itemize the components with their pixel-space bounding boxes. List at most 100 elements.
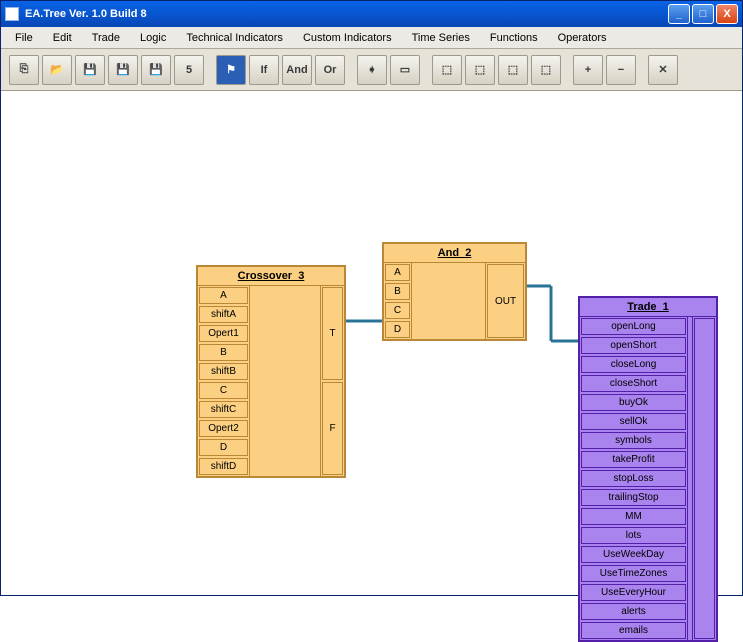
menu-logic[interactable]: Logic bbox=[132, 30, 174, 46]
window-title: EA.Tree Ver. 1.0 Build 8 bbox=[25, 8, 666, 20]
port-buyok[interactable]: buyOk bbox=[581, 394, 686, 411]
export-button[interactable]: ➧ bbox=[357, 55, 387, 85]
zoom-out-button[interactable]: − bbox=[606, 55, 636, 85]
port-mm[interactable]: MM bbox=[581, 508, 686, 525]
port-shiftd[interactable]: shiftD bbox=[199, 458, 248, 475]
trade-node[interactable]: Trade_1 openLong openShort closeLong clo… bbox=[578, 296, 718, 642]
menu-technical-indicators[interactable]: Technical Indicators bbox=[178, 30, 291, 46]
port-b[interactable]: B bbox=[385, 283, 410, 300]
frame-icon: ▭ bbox=[400, 63, 410, 76]
zoom-in-button[interactable]: + bbox=[573, 55, 603, 85]
and-node[interactable]: And_2 A B C D OUT bbox=[382, 242, 527, 341]
port-f[interactable]: F bbox=[322, 382, 343, 475]
titlebar[interactable]: EA.Tree Ver. 1.0 Build 8 _ □ X bbox=[1, 1, 742, 27]
canvas[interactable]: Crossover_3 A shiftA Opert1 B shiftB C s… bbox=[1, 91, 742, 595]
close-button[interactable]: X bbox=[716, 4, 738, 24]
node3-button[interactable]: ⬚ bbox=[498, 55, 528, 85]
node2-button[interactable]: ⬚ bbox=[465, 55, 495, 85]
node4-button[interactable]: ⬚ bbox=[531, 55, 561, 85]
minus-icon: − bbox=[618, 64, 624, 76]
page-icon: 5 bbox=[186, 64, 192, 76]
output-ports: OUT bbox=[485, 263, 525, 339]
port-closelong[interactable]: closeLong bbox=[581, 356, 686, 373]
or-label: Or bbox=[324, 64, 337, 76]
toolbar: ⎘ 📂 💾 💾 💾 5 ⚑ If And Or ➧ ▭ ⬚ ⬚ ⬚ ⬚ + − … bbox=[1, 49, 742, 91]
port-a[interactable]: A bbox=[385, 264, 410, 281]
port-shifta[interactable]: shiftA bbox=[199, 306, 248, 323]
port-useweekday[interactable]: UseWeekDay bbox=[581, 546, 686, 563]
save-button[interactable]: 💾 bbox=[75, 55, 105, 85]
sheet-button[interactable]: 5 bbox=[174, 55, 204, 85]
port-shiftb[interactable]: shiftB bbox=[199, 363, 248, 380]
floppy-icon: 💾 bbox=[149, 63, 163, 76]
output-ports: T F bbox=[320, 286, 344, 476]
folder-open-icon: 📂 bbox=[50, 63, 64, 76]
port-sellok[interactable]: sellOk bbox=[581, 413, 686, 430]
menu-file[interactable]: File bbox=[7, 30, 41, 46]
menu-operators[interactable]: Operators bbox=[550, 30, 615, 46]
flag-button[interactable]: ⚑ bbox=[216, 55, 246, 85]
port-takeprofit[interactable]: takeProfit bbox=[581, 451, 686, 468]
port-opert2[interactable]: Opert2 bbox=[199, 420, 248, 437]
and-button[interactable]: And bbox=[282, 55, 312, 85]
maximize-button[interactable]: □ bbox=[692, 4, 714, 24]
port-closeshort[interactable]: closeShort bbox=[581, 375, 686, 392]
crossover-node[interactable]: Crossover_3 A shiftA Opert1 B shiftB C s… bbox=[196, 265, 346, 478]
block-icon: ⬚ bbox=[541, 63, 551, 76]
port-out[interactable] bbox=[694, 318, 715, 639]
menu-custom-indicators[interactable]: Custom Indicators bbox=[295, 30, 400, 46]
port-t[interactable]: T bbox=[322, 287, 343, 380]
port-d[interactable]: D bbox=[385, 321, 410, 338]
delete-button[interactable]: ✕ bbox=[648, 55, 678, 85]
port-lots[interactable]: lots bbox=[581, 527, 686, 544]
x-icon: ✕ bbox=[658, 63, 667, 76]
port-usetimezones[interactable]: UseTimeZones bbox=[581, 565, 686, 582]
menubar: File Edit Trade Logic Technical Indicato… bbox=[1, 27, 742, 49]
if-label: If bbox=[261, 64, 268, 76]
new-button[interactable]: ⎘ bbox=[9, 55, 39, 85]
minimize-button[interactable]: _ bbox=[668, 4, 690, 24]
menu-edit[interactable]: Edit bbox=[45, 30, 80, 46]
input-ports: A B C D bbox=[384, 263, 412, 339]
port-shiftc[interactable]: shiftC bbox=[199, 401, 248, 418]
document-icon: ⎘ bbox=[20, 63, 29, 76]
port-openshort[interactable]: openShort bbox=[581, 337, 686, 354]
frame-button[interactable]: ▭ bbox=[390, 55, 420, 85]
port-opert1[interactable]: Opert1 bbox=[199, 325, 248, 342]
if-button[interactable]: If bbox=[249, 55, 279, 85]
port-a[interactable]: A bbox=[199, 287, 248, 304]
and-label: And bbox=[286, 64, 307, 76]
main-window: EA.Tree Ver. 1.0 Build 8 _ □ X File Edit… bbox=[0, 0, 743, 596]
or-button[interactable]: Or bbox=[315, 55, 345, 85]
port-c[interactable]: C bbox=[385, 302, 410, 319]
save2-button[interactable]: 💾 bbox=[141, 55, 171, 85]
port-stoploss[interactable]: stopLoss bbox=[581, 470, 686, 487]
open-button[interactable]: 📂 bbox=[42, 55, 72, 85]
block-icon: ⬚ bbox=[475, 63, 485, 76]
port-trailingstop[interactable]: trailingStop bbox=[581, 489, 686, 506]
plus-icon: + bbox=[585, 64, 591, 76]
port-useeveryhour[interactable]: UseEveryHour bbox=[581, 584, 686, 601]
port-alerts[interactable]: alerts bbox=[581, 603, 686, 620]
port-emails[interactable]: emails bbox=[581, 622, 686, 639]
node-title: Crossover_3 bbox=[198, 267, 344, 286]
block-icon: ⬚ bbox=[508, 63, 518, 76]
port-b[interactable]: B bbox=[199, 344, 248, 361]
menu-trade[interactable]: Trade bbox=[84, 30, 128, 46]
port-out[interactable]: OUT bbox=[487, 264, 524, 338]
node1-button[interactable]: ⬚ bbox=[432, 55, 462, 85]
flag-icon: ⚑ bbox=[226, 63, 236, 76]
saveas-button[interactable]: 💾 bbox=[108, 55, 138, 85]
port-openlong[interactable]: openLong bbox=[581, 318, 686, 335]
port-d[interactable]: D bbox=[199, 439, 248, 456]
node-title: And_2 bbox=[384, 244, 525, 263]
port-c[interactable]: C bbox=[199, 382, 248, 399]
node-title: Trade_1 bbox=[580, 298, 716, 317]
arrow-right-icon: ➧ bbox=[367, 63, 376, 76]
block-icon: ⬚ bbox=[442, 63, 452, 76]
menu-time-series[interactable]: Time Series bbox=[404, 30, 478, 46]
app-icon bbox=[5, 7, 19, 21]
menu-functions[interactable]: Functions bbox=[482, 30, 546, 46]
port-symbols[interactable]: symbols bbox=[581, 432, 686, 449]
input-ports: A shiftA Opert1 B shiftB C shiftC Opert2… bbox=[198, 286, 250, 476]
